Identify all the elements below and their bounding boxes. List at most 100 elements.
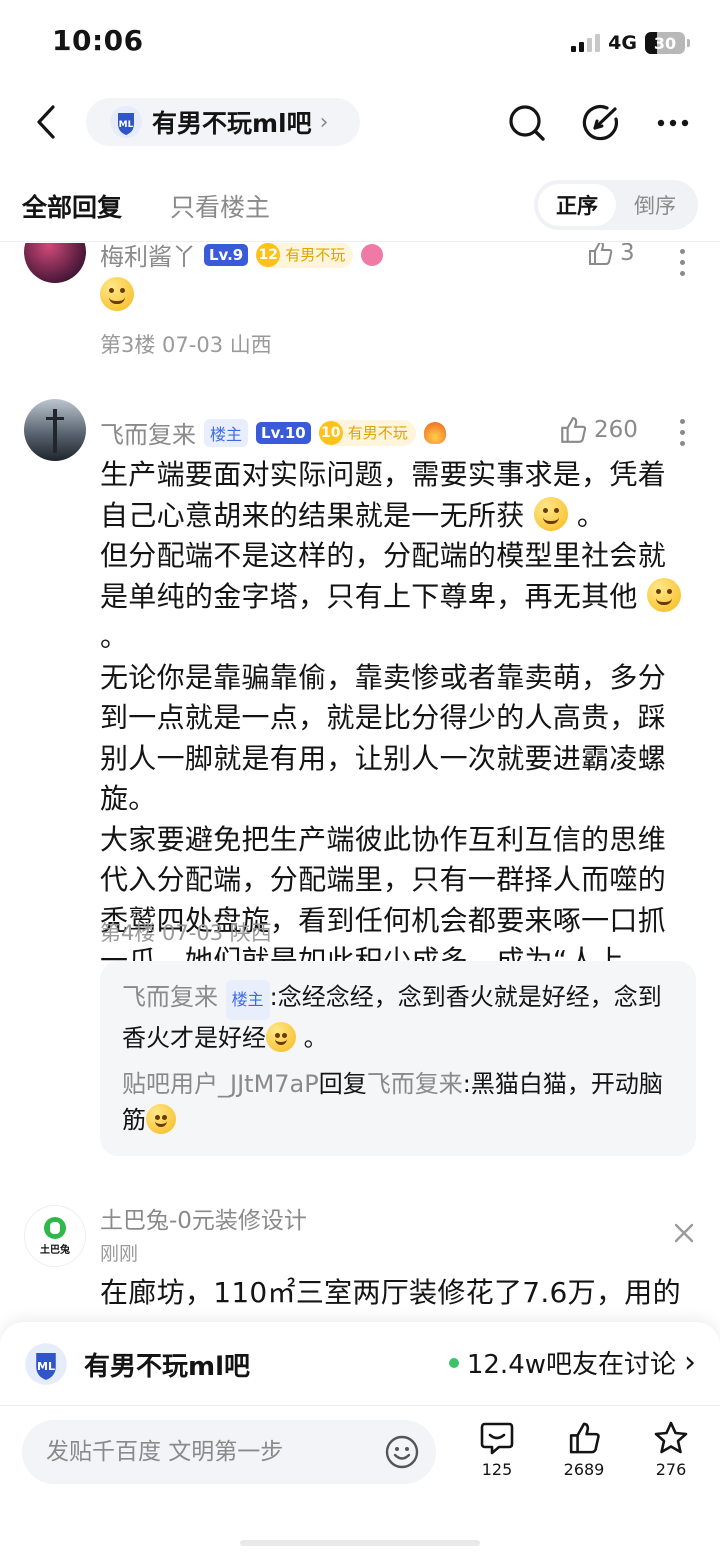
status-icons: 4G 30 xyxy=(571,30,690,56)
post-more-button[interactable] xyxy=(678,419,686,446)
post-author-row: 飞而复来 楼主 Lv.10 10 有男不玩 xyxy=(100,415,446,450)
avatar[interactable] xyxy=(24,243,86,283)
status-bar: 10:06 4G 30 xyxy=(0,0,720,88)
tab-all-replies[interactable]: 全部回复 xyxy=(22,188,122,224)
chevron-right-icon: › xyxy=(684,1345,696,1380)
smirk-emoji-icon xyxy=(146,1104,176,1134)
favorite-count: 276 xyxy=(655,1460,687,1479)
more-button[interactable] xyxy=(650,100,696,146)
reply-author[interactable]: 贴吧用户_JJtM7aP xyxy=(122,1070,319,1098)
online-text: 12.4w吧友在讨论 xyxy=(466,1350,676,1380)
close-icon xyxy=(674,1223,694,1243)
status-time: 10:06 xyxy=(52,24,144,57)
star-icon xyxy=(654,1421,688,1454)
network-type: 4G xyxy=(608,32,637,54)
forum-badge-label: 有男不玩 xyxy=(285,246,346,264)
forum-name[interactable]: 有男不玩ml吧 xyxy=(84,1346,250,1383)
reply-filter-bar: 全部回复 只看楼主 正序 倒序 xyxy=(0,172,720,242)
share-button[interactable] xyxy=(578,100,624,146)
svg-text:ML: ML xyxy=(37,1360,55,1373)
home-indicator xyxy=(240,1540,480,1546)
signal-icon xyxy=(571,34,601,52)
more-icon xyxy=(657,119,689,127)
top-nav: ML 有男不玩ml吧 › xyxy=(0,88,720,158)
compose-box[interactable] xyxy=(22,1420,436,1484)
reply-text: 。 xyxy=(303,1024,328,1052)
username[interactable]: 飞而复来 xyxy=(100,415,196,450)
reply-target[interactable]: 飞而复来 xyxy=(367,1070,463,1098)
comment-count: 125 xyxy=(481,1460,513,1479)
chevron-right-icon: › xyxy=(319,109,329,135)
comment-button[interactable]: 125 xyxy=(457,1420,537,1479)
reply-author[interactable]: 飞而复来 xyxy=(122,983,218,1011)
forum-level-number: 12 xyxy=(256,243,281,267)
share-icon xyxy=(582,104,618,141)
emoji-picker-icon[interactable] xyxy=(384,1434,420,1470)
sub-reply[interactable]: 飞而复来 楼主:念经念经，念到香火就是好经，念到香火才是好经 。 xyxy=(122,979,674,1056)
like-button[interactable]: 3 xyxy=(586,243,635,267)
sub-reply-box[interactable]: 飞而复来 楼主:念经念经，念到香火就是好经，念到香火才是好经 。 贴吧用户_JJ… xyxy=(100,961,696,1156)
post-body xyxy=(100,277,134,311)
comment-icon xyxy=(480,1422,514,1455)
avatar[interactable] xyxy=(24,399,86,461)
forum-badge-label: 有男不玩 xyxy=(347,424,408,442)
thumbs-up-icon xyxy=(561,417,587,443)
post-author-row: 梅利酱丫 Lv.9 12 有男不玩 xyxy=(100,243,384,272)
forum-level-badge: 10 有男不玩 xyxy=(318,419,416,446)
post-text: 但分配端不是这样的，分配端的模型里社会就是单纯的金字塔，只有上下尊卑，再无其他 xyxy=(100,539,667,613)
forum-entry-button[interactable]: ML 有男不玩ml吧 › xyxy=(86,98,360,146)
tab-host-only[interactable]: 只看楼主 xyxy=(170,188,270,224)
reply-input[interactable] xyxy=(46,1439,366,1465)
forum-level-number: 10 xyxy=(318,420,343,445)
forum-name: 有男不玩ml吧 xyxy=(152,109,312,138)
post-meta: 第3楼 07-03 山西 xyxy=(100,333,272,357)
host-badge: 楼主 xyxy=(204,418,249,447)
ad-body[interactable]: 在廊坊，110㎡三室两厅装修花了7.6万，用的 xyxy=(100,1273,690,1314)
battery-icon: 30 xyxy=(645,32,685,54)
search-button[interactable] xyxy=(504,100,550,146)
online-count[interactable]: 12.4w吧友在讨论 › xyxy=(448,1344,696,1381)
sub-reply[interactable]: 贴吧用户_JJtM7aP回复飞而复来:黑猫白猫，开动脑筋 xyxy=(122,1066,674,1138)
ad-time: 刚刚 xyxy=(100,1243,139,1265)
battery-level: 30 xyxy=(653,33,677,53)
battery-tip xyxy=(687,39,690,47)
smile-emoji-icon xyxy=(100,277,134,311)
like-count: 260 xyxy=(594,417,638,443)
thumbs-up-icon xyxy=(569,1422,600,1454)
host-badge: 楼主 xyxy=(225,980,270,1020)
bottom-action-bar: 125 2689 276 xyxy=(0,1406,720,1558)
favorite-button[interactable]: 276 xyxy=(631,1420,711,1479)
post-more-button[interactable] xyxy=(678,249,686,276)
search-icon xyxy=(509,105,545,141)
post-text: 无论你是靠骗靠偷，靠卖惨或者靠卖萌，多分到一点就是一点，就是比分得少的人高贵，踩… xyxy=(100,660,667,816)
thumbs-up-icon xyxy=(589,243,613,265)
sort-asc-button[interactable]: 正序 xyxy=(538,184,616,226)
username[interactable]: 梅利酱丫 xyxy=(100,243,196,272)
back-button[interactable] xyxy=(24,100,68,144)
ad-name[interactable]: 土巴兔-0元装修设计 xyxy=(100,1201,307,1235)
heart-badge-icon xyxy=(361,243,384,266)
like-count: 3 xyxy=(620,243,635,266)
ad-close-button[interactable] xyxy=(670,1219,698,1247)
reply-verb: 回复 xyxy=(318,1070,367,1098)
like-button[interactable]: 260 xyxy=(558,415,638,445)
cold-sweat-emoji-icon xyxy=(533,496,568,531)
forum-info-bar[interactable]: ML 有男不玩ml吧 12.4w吧友在讨论 › xyxy=(0,1322,720,1406)
smirk-emoji-icon xyxy=(646,577,681,612)
like-count: 2689 xyxy=(563,1460,605,1479)
ad-logo[interactable]: 土巴兔 xyxy=(24,1205,86,1267)
post-text: 。 xyxy=(576,498,606,532)
rabbit-icon xyxy=(44,1216,66,1239)
sort-order-toggle: 正序 倒序 xyxy=(534,180,698,230)
level-badge: Lv.10 xyxy=(256,421,311,444)
forum-logo-icon: ML xyxy=(110,106,142,138)
grin-emoji-icon xyxy=(266,1022,296,1052)
like-post-button[interactable]: 2689 xyxy=(544,1420,624,1479)
online-dot-icon xyxy=(448,1357,459,1368)
level-badge: Lv.9 xyxy=(204,243,249,266)
post-text: 。 xyxy=(100,620,129,653)
svg-text:ML: ML xyxy=(119,120,134,130)
reply-list[interactable]: 梅利酱丫 Lv.9 12 有男不玩 3 第3楼 07-03 山西 飞而复来 楼主 … xyxy=(0,243,720,1323)
ad-logo-text: 土巴兔 xyxy=(40,1244,70,1256)
sort-desc-button[interactable]: 倒序 xyxy=(616,184,694,226)
